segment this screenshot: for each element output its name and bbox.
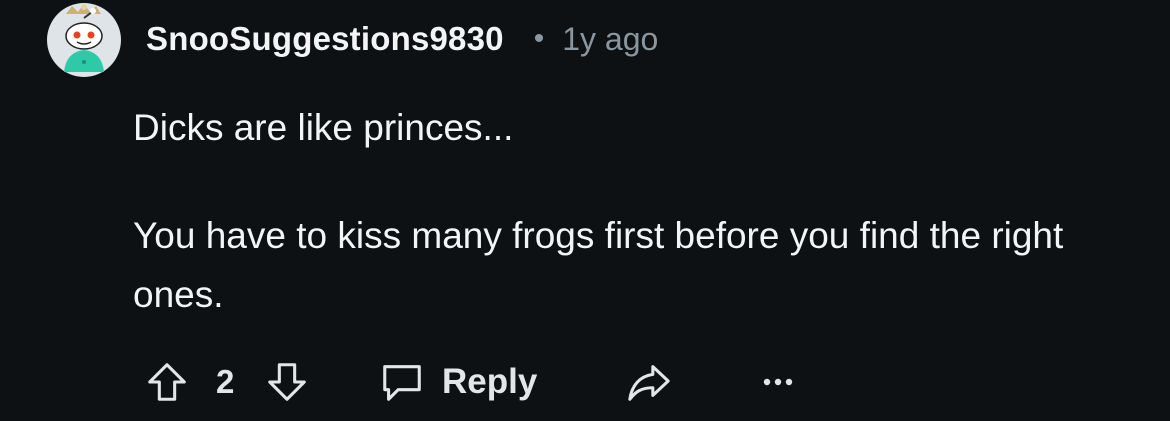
speech-bubble-icon [378, 359, 426, 405]
comment-paragraph: Dicks are like princes... [133, 107, 514, 148]
vote-score: 2 [216, 350, 234, 414]
comment-action-bar: 2 Reply [140, 350, 1140, 414]
reply-button[interactable]: Reply [378, 350, 537, 414]
comment-paragraph: You have to kiss many frogs first before… [133, 215, 1064, 315]
separator-dot: • [533, 22, 545, 55]
avatar[interactable] [46, 2, 122, 78]
ellipsis-icon [760, 372, 796, 392]
arrow-up-outline-icon [144, 359, 190, 405]
upvote-button[interactable] [144, 350, 190, 414]
comment: SnooSuggestions9830 • 1y ago Dicks are l… [0, 0, 1170, 421]
more-options-button[interactable] [760, 350, 796, 414]
snoo-avatar-icon [47, 3, 121, 77]
share-arrow-icon [626, 359, 672, 405]
comment-body: Dicks are like princes... You have to ki… [133, 98, 1113, 324]
comment-header: SnooSuggestions9830 • 1y ago [146, 14, 658, 64]
username-link[interactable]: SnooSuggestions9830 [146, 20, 504, 58]
downvote-button[interactable] [264, 350, 310, 414]
share-button[interactable] [626, 350, 672, 414]
vote-count: 2 [216, 363, 235, 400]
reply-label: Reply [442, 362, 538, 401]
arrow-down-outline-icon [264, 359, 310, 405]
timestamp: 1y ago [562, 20, 659, 57]
